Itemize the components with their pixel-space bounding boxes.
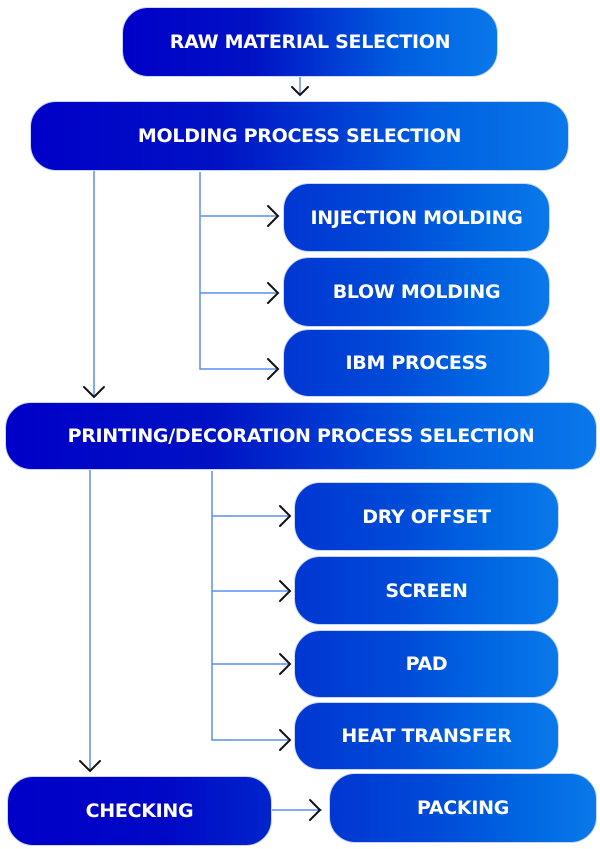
node-label: PACKING bbox=[416, 797, 510, 819]
node-label: PRINTING/DECORATION PROCESS SELECTION bbox=[67, 425, 535, 447]
node-label: INJECTION MOLDING bbox=[310, 206, 523, 229]
node-label: SCREEN bbox=[385, 579, 468, 602]
node-molding-process-selection: MOLDING PROCESS SELECTION bbox=[30, 101, 569, 171]
node-ibm-process: IBM PROCESS bbox=[283, 329, 550, 397]
node-blow-molding: BLOW MOLDING bbox=[283, 257, 550, 327]
node-injection-molding: INJECTION MOLDING bbox=[283, 183, 550, 252]
node-heat-transfer: HEAT TRANSFER bbox=[294, 702, 559, 770]
connector-printing-options-trunk bbox=[211, 471, 288, 741]
node-dry-offset: DRY OFFSET bbox=[294, 482, 559, 551]
node-printing-decoration-process-selection: PRINTING/DECORATION PROCESS SELECTION bbox=[5, 402, 597, 470]
node-label: CHECKING bbox=[85, 800, 194, 822]
node-screen: SCREEN bbox=[294, 556, 559, 625]
connector-molding-options-trunk bbox=[199, 172, 276, 370]
node-raw-material-selection: RAW MATERIAL SELECTION bbox=[122, 7, 498, 77]
node-label: MOLDING PROCESS SELECTION bbox=[137, 125, 462, 147]
node-checking: CHECKING bbox=[7, 776, 272, 846]
node-pad: PAD bbox=[294, 630, 559, 698]
node-label: BLOW MOLDING bbox=[332, 281, 501, 303]
node-packing: PACKING bbox=[329, 773, 597, 843]
node-label: HEAT TRANSFER bbox=[341, 725, 512, 747]
node-label: PAD bbox=[405, 653, 448, 675]
node-label: DRY OFFSET bbox=[362, 505, 491, 528]
node-label: IBM PROCESS bbox=[345, 352, 488, 374]
node-label: RAW MATERIAL SELECTION bbox=[169, 31, 451, 53]
